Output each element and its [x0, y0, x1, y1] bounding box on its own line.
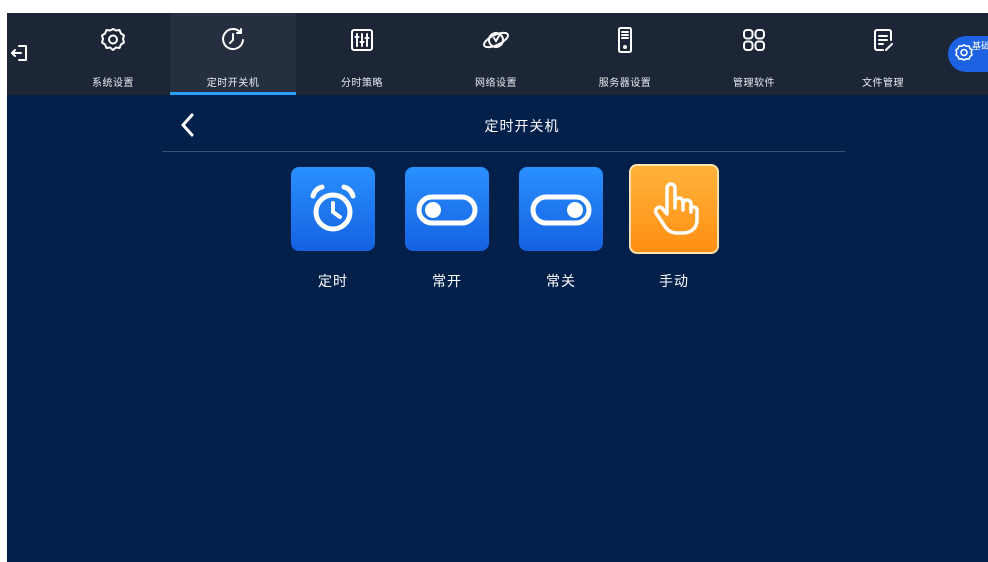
- mode-timed-button[interactable]: [291, 167, 375, 251]
- nav-item-time-strategy[interactable]: 分时策略: [299, 13, 425, 95]
- nav-item-network-settings[interactable]: 网络设置: [433, 13, 559, 95]
- apps-grid-icon: [743, 29, 765, 51]
- mode-manual-button[interactable]: [629, 164, 719, 254]
- page-title: 定时开关机: [484, 119, 560, 135]
- alarm-clock-icon: [310, 184, 356, 232]
- nav-label: 管理软件: [733, 78, 775, 89]
- nav-item-server-settings[interactable]: 服务器设置: [562, 13, 688, 95]
- logout-icon[interactable]: [9, 43, 29, 63]
- toggle-off-icon: [416, 194, 478, 226]
- mode-always-off-button[interactable]: [519, 167, 603, 251]
- mode-label: 常关: [546, 274, 576, 290]
- nav-item-system-settings[interactable]: 系统设置: [50, 13, 176, 95]
- nav-label: 分时策略: [341, 78, 383, 89]
- gear-icon: [955, 44, 973, 61]
- mode-label: 常开: [432, 274, 462, 290]
- app-frame: 系统设置 定时开关机 分时策略 网络设置 服务器设置 管理软件 文件管理 基础 …: [7, 13, 988, 562]
- nav-item-file-management[interactable]: 文件管理: [820, 13, 946, 95]
- planet-icon: [483, 31, 509, 49]
- mode-label: 手动: [659, 274, 689, 290]
- nav-label: 服务器设置: [598, 78, 652, 89]
- basic-settings-label: 基础设置: [972, 42, 988, 52]
- nav-label: 定时开关机: [206, 78, 260, 89]
- active-indicator: [170, 92, 296, 95]
- hand-pointer-icon: [653, 182, 699, 235]
- gear-icon: [101, 28, 125, 51]
- chevron-left-icon: [181, 113, 194, 137]
- top-navigation-bar: 系统设置 定时开关机 分时策略 网络设置 服务器设置 管理软件 文件管理 基础: [7, 13, 988, 95]
- back-button[interactable]: [177, 110, 199, 140]
- mode-always-on-button[interactable]: [405, 167, 489, 251]
- sliders-icon: [351, 29, 373, 51]
- nav-label: 网络设置: [475, 78, 517, 89]
- mode-label: 定时: [318, 274, 348, 290]
- nav-item-management-software[interactable]: 管理软件: [691, 13, 817, 95]
- basic-settings-button[interactable]: 基础设置: [948, 36, 988, 72]
- divider: [162, 151, 845, 152]
- document-edit-icon: [874, 29, 893, 51]
- clock-refresh-icon: [222, 28, 244, 51]
- nav-item-scheduled-power[interactable]: 定时开关机: [170, 13, 296, 95]
- toggle-on-icon: [530, 194, 592, 226]
- server-icon: [618, 27, 632, 53]
- nav-label: 系统设置: [92, 78, 134, 89]
- nav-label: 文件管理: [862, 78, 904, 89]
